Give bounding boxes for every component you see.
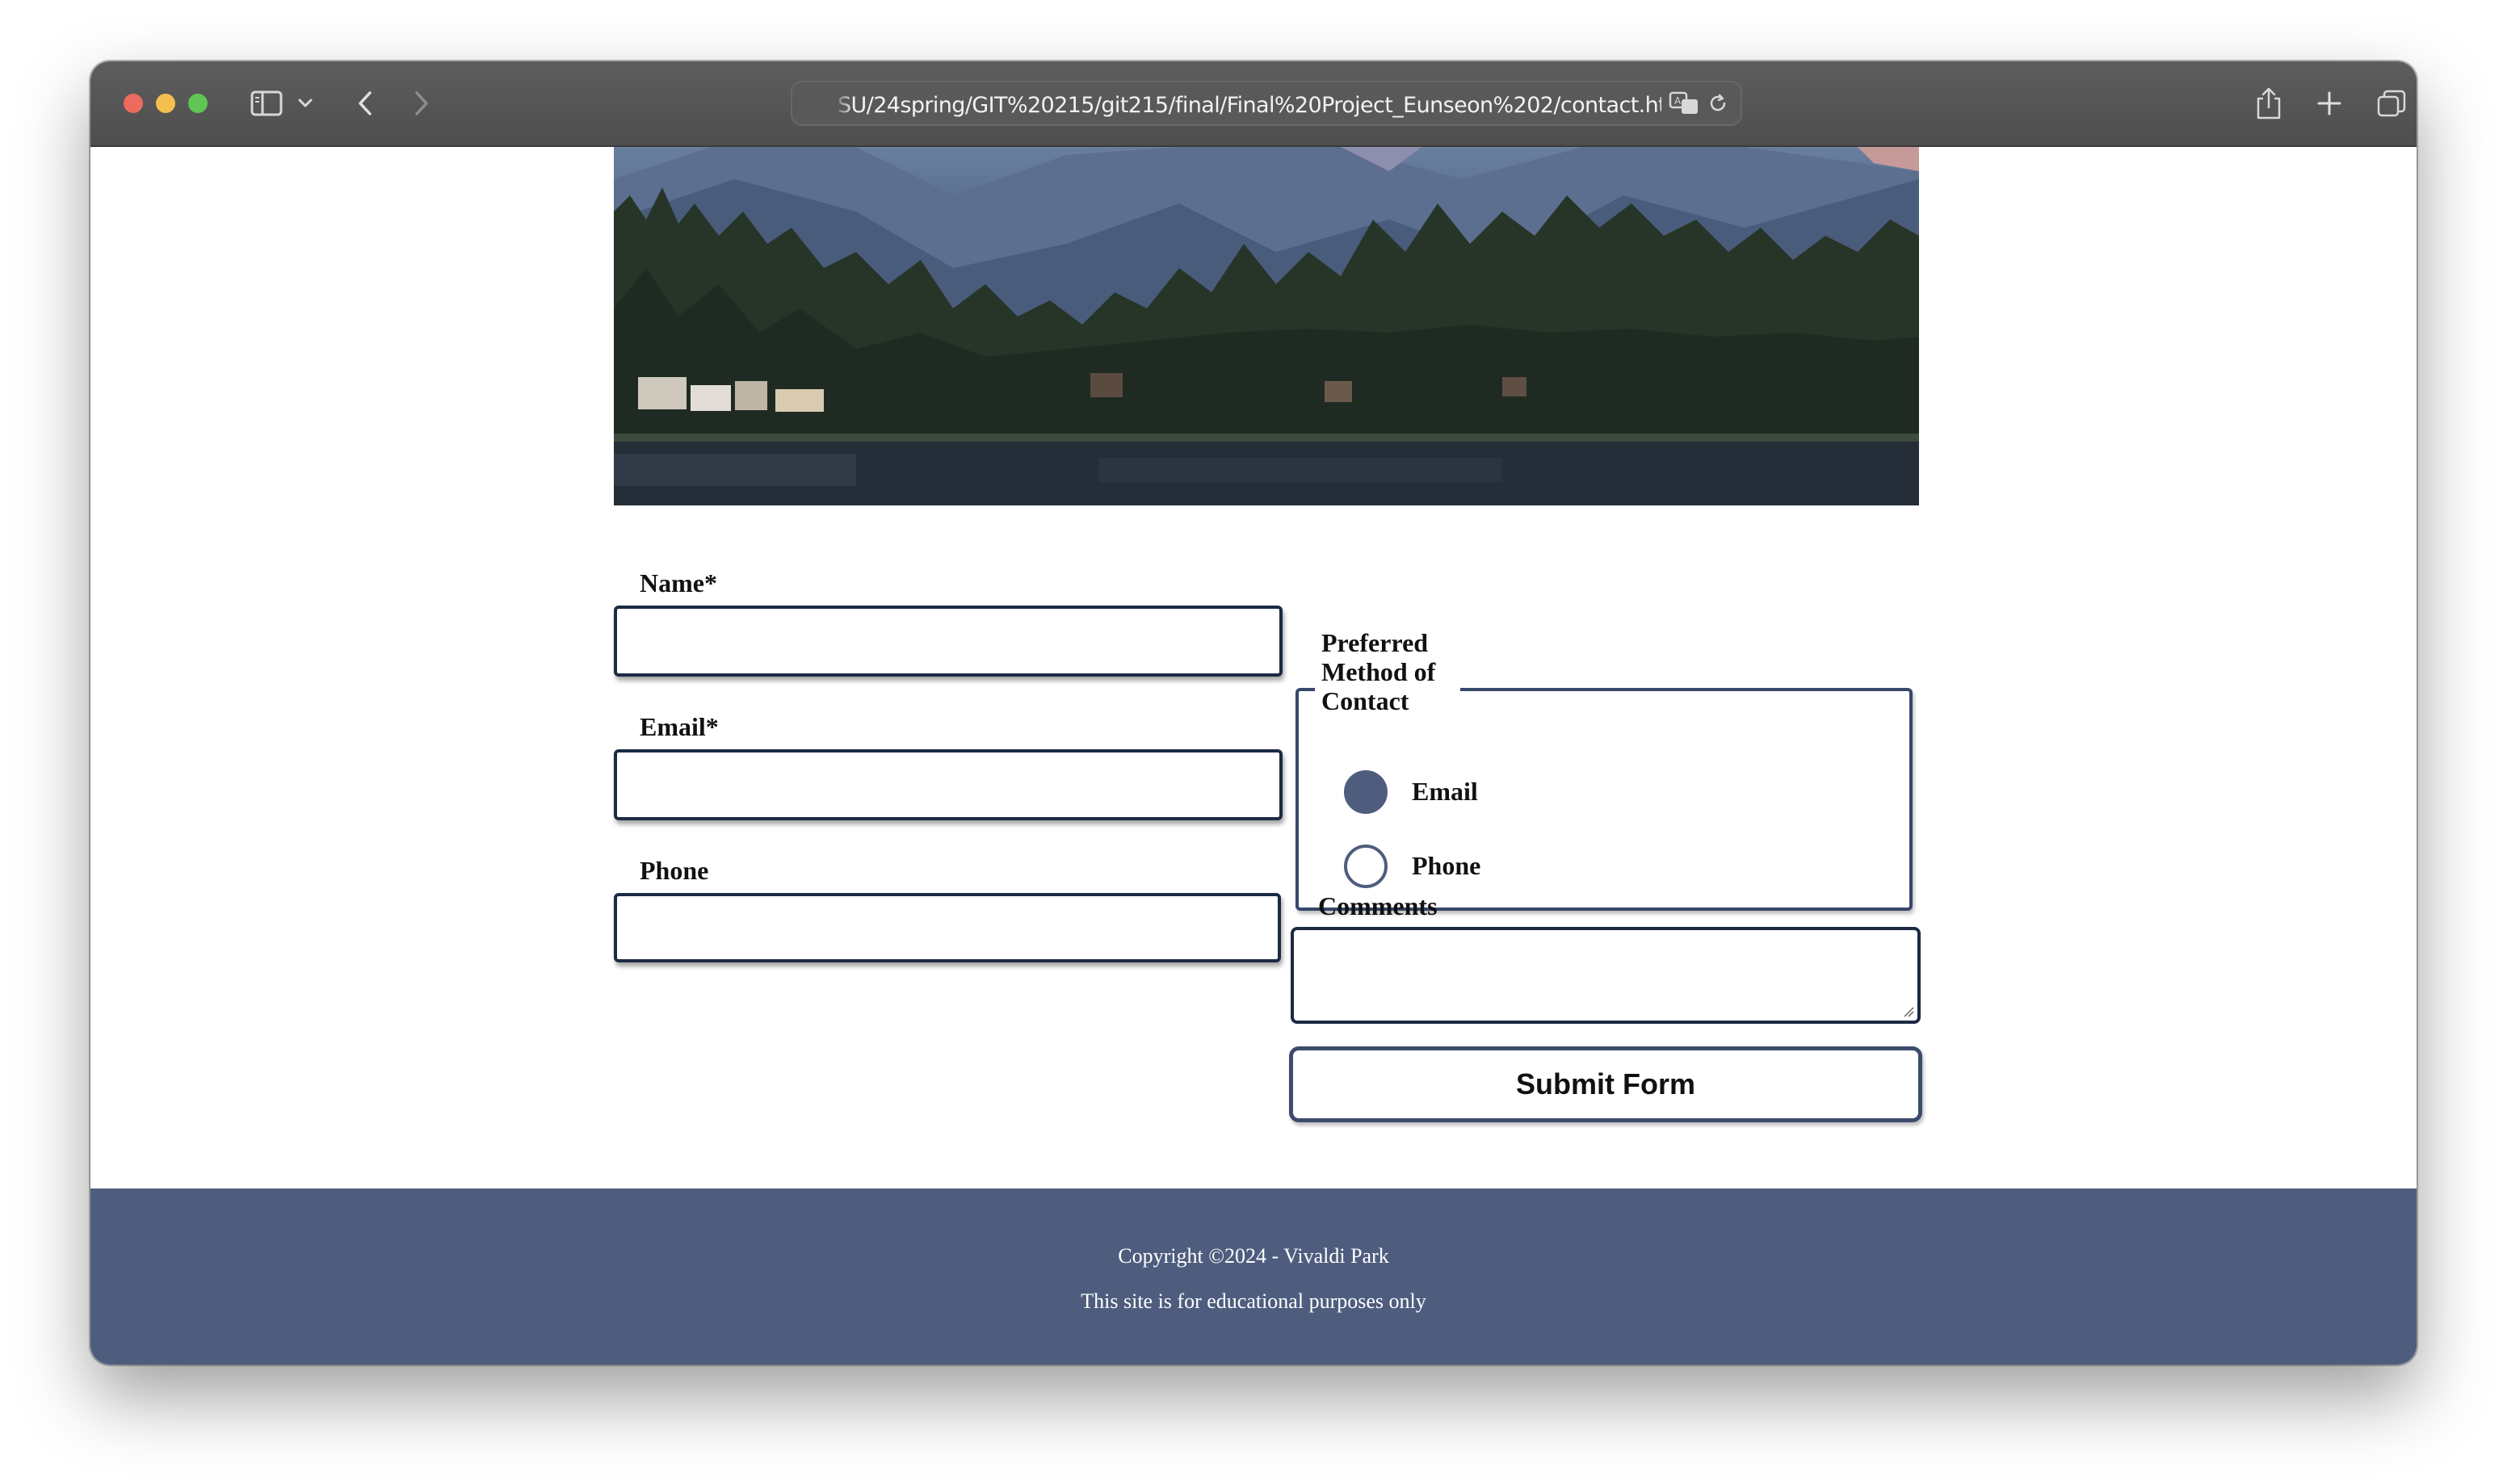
chevron-down-icon[interactable] bbox=[297, 82, 313, 124]
browser-toolbar: SU/24spring/GIT%20215/git215/final/Final… bbox=[90, 61, 2417, 147]
browser-window: SU/24spring/GIT%20215/git215/final/Final… bbox=[90, 61, 2417, 1365]
contact-method-fieldset bbox=[1295, 688, 1913, 911]
hero-banner-image bbox=[614, 147, 1919, 505]
email-label: Email* bbox=[640, 712, 719, 741]
contact-phone-label[interactable]: Phone bbox=[1412, 851, 1480, 880]
svg-text:A: A bbox=[1674, 95, 1682, 107]
phone-label: Phone bbox=[640, 856, 709, 885]
url-text[interactable]: SU/24spring/GIT%20215/git215/final/Final… bbox=[838, 93, 1661, 119]
chevron-left-icon[interactable] bbox=[354, 82, 376, 124]
phone-input[interactable] bbox=[614, 893, 1281, 962]
contact-method-legend: Preferred Method of Contact bbox=[1321, 628, 1436, 715]
reload-icon[interactable] bbox=[1705, 82, 1731, 124]
url-fade bbox=[833, 89, 854, 121]
name-input[interactable] bbox=[614, 606, 1283, 677]
submit-form-button[interactable]: Submit Form bbox=[1289, 1046, 1922, 1122]
chevron-right-icon[interactable] bbox=[410, 82, 433, 124]
footer-disclaimer: This site is for educational purposes on… bbox=[1081, 1289, 1426, 1313]
zoom-window-button[interactable] bbox=[188, 94, 208, 113]
sidebar-icon[interactable] bbox=[249, 82, 284, 124]
plus-icon[interactable] bbox=[2316, 82, 2342, 124]
contact-email-radio[interactable] bbox=[1344, 770, 1388, 814]
site-footer: Copyright ©2024 - Vivaldi Park This site… bbox=[90, 1188, 2417, 1365]
close-window-button[interactable] bbox=[124, 94, 143, 113]
name-label: Name* bbox=[640, 568, 717, 597]
contact-email-label[interactable]: Email bbox=[1412, 777, 1478, 806]
contact-phone-radio[interactable] bbox=[1344, 845, 1388, 888]
page-content: Name* Email* Phone Preferred Method of C… bbox=[90, 147, 2417, 1365]
minimize-window-button[interactable] bbox=[156, 94, 175, 113]
comments-textarea[interactable] bbox=[1291, 927, 1921, 1024]
tabs-icon[interactable] bbox=[2376, 82, 2407, 124]
translate-icon[interactable]: A bbox=[1668, 82, 1700, 124]
footer-copyright: Copyright ©2024 - Vivaldi Park bbox=[1118, 1244, 1389, 1268]
resize-handle-icon[interactable] bbox=[1901, 1004, 1914, 1017]
address-bar[interactable]: SU/24spring/GIT%20215/git215/final/Final… bbox=[791, 81, 1742, 126]
email-input[interactable] bbox=[614, 749, 1283, 820]
share-icon[interactable] bbox=[2255, 82, 2282, 124]
comments-label: Comments bbox=[1318, 891, 1438, 920]
